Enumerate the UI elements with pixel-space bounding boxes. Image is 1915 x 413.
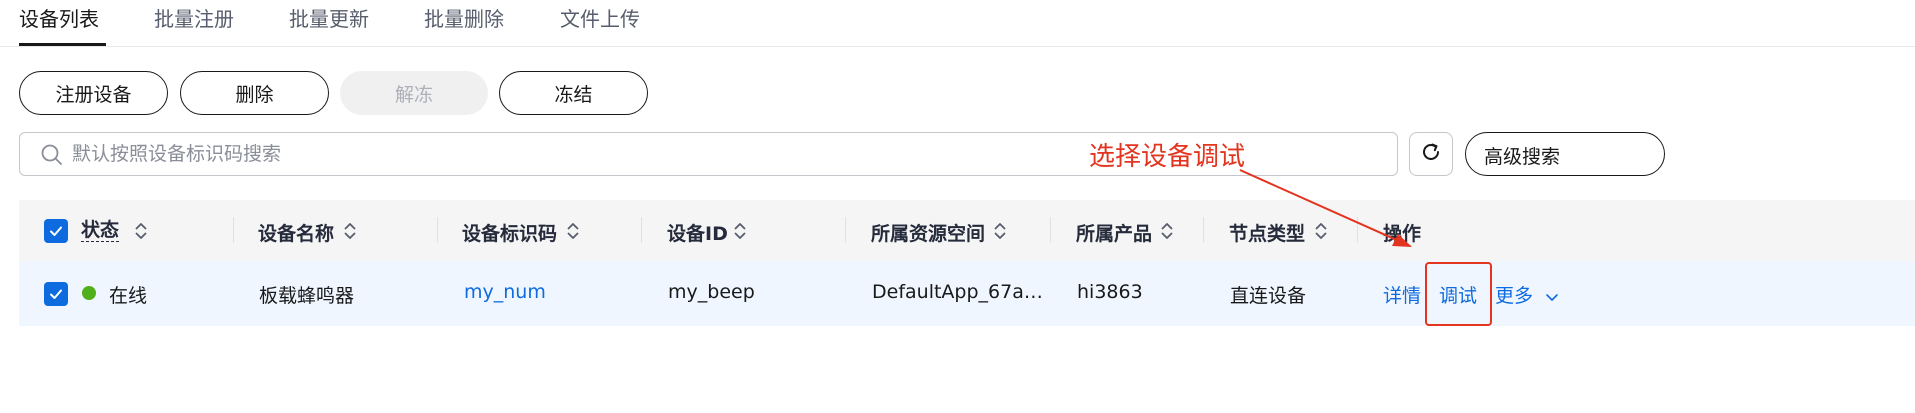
more-dropdown[interactable]: 更多: [1495, 281, 1559, 308]
device-id-cell: my_beep: [668, 281, 755, 303]
select-all-checkbox[interactable]: [44, 219, 68, 243]
column-divider: [233, 217, 234, 243]
chevron-down-icon: [1546, 293, 1558, 301]
column-header-status[interactable]: 状态: [81, 219, 120, 242]
column-divider: [845, 217, 846, 243]
search-icon: [40, 143, 64, 167]
node-type-cell: 直连设备: [1230, 285, 1307, 307]
register-device-button[interactable]: 注册设备: [19, 71, 168, 115]
column-header-product[interactable]: 所属产品: [1076, 219, 1152, 246]
sort-icon[interactable]: [1313, 220, 1329, 242]
row-checkbox[interactable]: [44, 282, 68, 306]
refresh-icon: [1419, 140, 1443, 168]
more-label: 更多: [1495, 285, 1534, 307]
sort-icon[interactable]: [732, 220, 748, 242]
column-divider: [1203, 217, 1204, 243]
identifier-link[interactable]: my_num: [464, 281, 546, 303]
column-divider: [641, 217, 642, 243]
status-text: 在线: [109, 285, 148, 307]
column-divider: [437, 217, 438, 243]
sort-icon[interactable]: [992, 220, 1008, 242]
check-icon: [50, 289, 62, 299]
sort-icon[interactable]: [342, 220, 358, 242]
column-header-device-name[interactable]: 设备名称: [258, 219, 334, 246]
device-name-cell: 板载蜂鸣器: [259, 285, 355, 307]
advanced-search-button[interactable]: 高级搜索: [1465, 132, 1665, 176]
column-header-resource-space[interactable]: 所属资源空间: [871, 219, 985, 246]
debug-link[interactable]: 调试: [1439, 281, 1477, 308]
annotation-label: 选择设备调试: [1089, 142, 1246, 172]
tab-batch-delete[interactable]: 批量删除: [424, 6, 504, 32]
delete-button[interactable]: 删除: [180, 71, 329, 115]
sort-icon[interactable]: [565, 220, 581, 242]
check-icon: [50, 226, 62, 236]
column-divider: [1050, 217, 1051, 243]
table-row: 在线 板载蜂鸣器 my_num my_beep DefaultApp_67a… …: [19, 261, 1915, 326]
column-header-node-type[interactable]: 节点类型: [1229, 219, 1305, 246]
refresh-button[interactable]: [1409, 132, 1453, 176]
tab-device-list[interactable]: 设备列表: [19, 6, 99, 32]
online-status-dot: [82, 286, 96, 300]
resource-space-cell: DefaultApp_67a…: [872, 281, 1043, 303]
column-header-device-id[interactable]: 设备ID: [667, 219, 728, 246]
column-header-actions: 操作: [1383, 223, 1422, 245]
active-tab-indicator: [19, 43, 106, 46]
tab-batch-update[interactable]: 批量更新: [289, 6, 369, 32]
product-cell: hi3863: [1077, 281, 1143, 303]
sort-icon[interactable]: [1159, 220, 1175, 242]
advanced-search-label: 高级搜索: [1484, 146, 1561, 168]
freeze-button[interactable]: 冻结: [499, 71, 648, 115]
tab-batch-register[interactable]: 批量注册: [154, 6, 234, 32]
sort-icon[interactable]: [133, 220, 149, 242]
column-divider: [1357, 217, 1358, 243]
details-link[interactable]: 详情: [1383, 281, 1421, 308]
table-header: 状态 设备名称 设备标识码 设备ID 所属资源空间 所属产品 节点类型 操作: [19, 200, 1915, 261]
column-header-identifier[interactable]: 设备标识码: [462, 219, 557, 246]
unfreeze-button: 解冻: [340, 71, 488, 115]
tab-bar: 设备列表 批量注册 批量更新 批量删除 文件上传: [0, 0, 1915, 47]
tab-file-upload[interactable]: 文件上传: [560, 6, 640, 32]
